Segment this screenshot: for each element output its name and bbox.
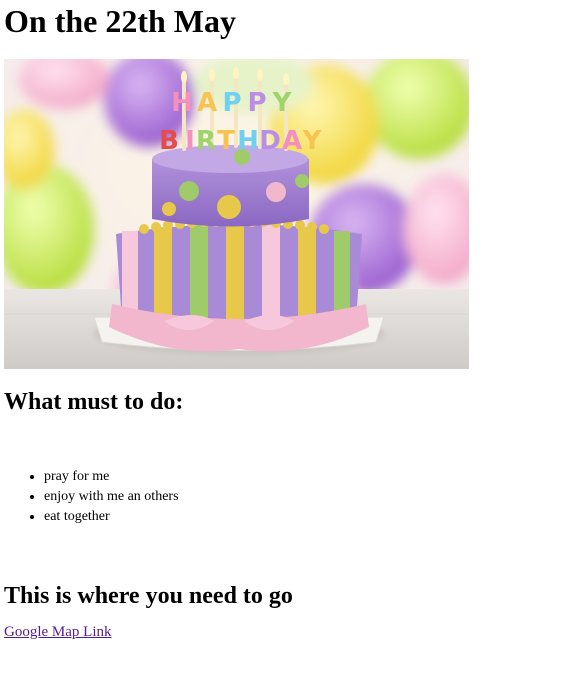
svg-text:P: P [247,88,266,118]
birthday-cake-image: H A P P Y B I R T H D A Y [4,59,469,369]
svg-text:A: A [197,88,217,118]
svg-text:Y: Y [272,88,293,118]
list-item: enjoy with me an others [44,487,569,507]
todo-list: pray for me enjoy with me an others eat … [4,467,569,527]
page: On the 22th May H A P P Y B I R T H D A … [0,0,573,641]
list-item: pray for me [44,467,569,487]
svg-text:I: I [185,126,195,156]
page-title: On the 22th May [4,3,236,39]
svg-text:H: H [237,126,259,156]
google-map-link[interactable]: Google Map Link [4,624,111,641]
svg-text:Y: Y [302,126,323,156]
svg-text:D: D [259,126,281,156]
svg-text:B: B [159,126,179,156]
svg-text:T: T [217,126,235,156]
svg-text:P: P [222,88,241,118]
todo-heading: What must to do: [4,389,184,415]
svg-text:H: H [171,88,193,118]
list-item: eat together [44,507,569,527]
location-heading: This is where you need to go [4,583,293,609]
svg-text:R: R [196,126,216,156]
svg-text:A: A [282,126,302,156]
